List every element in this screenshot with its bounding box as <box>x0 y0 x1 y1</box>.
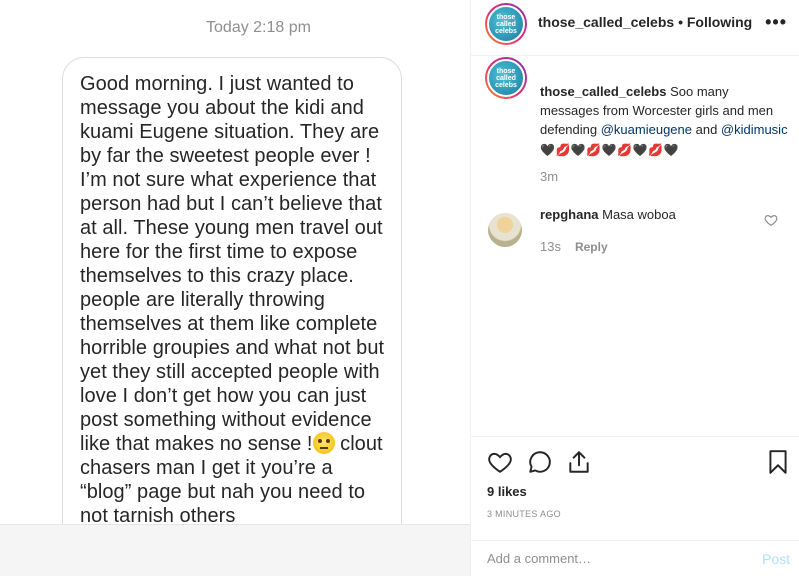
post-header: those called celebs those_called_celebs … <box>471 0 799 56</box>
share-icon[interactable] <box>566 449 592 475</box>
reply-button[interactable]: Reply <box>575 240 608 254</box>
message-timestamp: Today 2:18 pm <box>0 19 470 37</box>
comment-bubble-icon[interactable] <box>527 449 553 475</box>
message-bottom-strip <box>0 524 470 576</box>
message-screenshot: Today 2:18 pm Good morning. I just wante… <box>0 0 470 576</box>
comment-meta: 13s Reply <box>540 239 608 254</box>
add-comment-input[interactable] <box>487 551 747 566</box>
mention-kidimusic[interactable]: @kidimusic <box>721 122 788 137</box>
rolling-eyes-emoji-icon <box>312 432 335 454</box>
following-button[interactable]: Following <box>687 14 752 30</box>
comment-body: Masa woboa <box>598 207 676 222</box>
message-timestamp-text: Today 2:18 pm <box>206 19 311 36</box>
commenter-avatar[interactable] <box>488 213 522 247</box>
caption-text-2: and <box>692 122 721 137</box>
comment-like-heart-icon[interactable] <box>764 213 778 227</box>
like-heart-icon[interactable] <box>487 449 513 475</box>
header-separator: • <box>674 14 687 30</box>
caption-avatar[interactable]: those called celebs <box>485 57 527 99</box>
comment-text: repghana Masa woboa <box>540 207 676 222</box>
more-options-icon[interactable]: ••• <box>765 12 787 33</box>
post-actions: 9 likes 3 MINUTES AGO <box>471 436 799 540</box>
comment-username[interactable]: repghana <box>540 207 599 222</box>
post-comment-button[interactable]: Post <box>762 551 790 567</box>
caption-avatar-image: those called celebs <box>487 59 525 97</box>
caption-time[interactable]: 3m <box>540 169 558 184</box>
mention-kuamieugene[interactable]: @kuamieugene <box>601 122 692 137</box>
post-panel: those called celebs those_called_celebs … <box>471 0 799 576</box>
message-text: Good morning. I just wanted to message y… <box>80 72 387 528</box>
caption-hearts-emoji: 🖤💋🖤💋🖤💋🖤💋🖤 <box>540 143 679 157</box>
profile-avatar[interactable]: those called celebs <box>485 3 527 45</box>
caption-text: those_called_celebs Soo many messages fr… <box>540 82 790 160</box>
likes-count[interactable]: 9 likes <box>487 484 527 499</box>
message-text-part1: Good morning. I just wanted to message y… <box>80 73 385 455</box>
header-username[interactable]: those_called_celebs <box>538 14 674 30</box>
caption-username[interactable]: those_called_celebs <box>540 84 666 99</box>
profile-avatar-image: those called celebs <box>487 5 525 43</box>
message-bubble: Good morning. I just wanted to message y… <box>62 57 402 576</box>
add-comment-bar: Post <box>471 540 799 576</box>
comment-time[interactable]: 13s <box>540 239 561 254</box>
header-user-line: those_called_celebs • Following <box>538 14 752 30</box>
save-bookmark-icon[interactable] <box>765 449 791 475</box>
posted-time-ago[interactable]: 3 MINUTES AGO <box>487 509 561 519</box>
